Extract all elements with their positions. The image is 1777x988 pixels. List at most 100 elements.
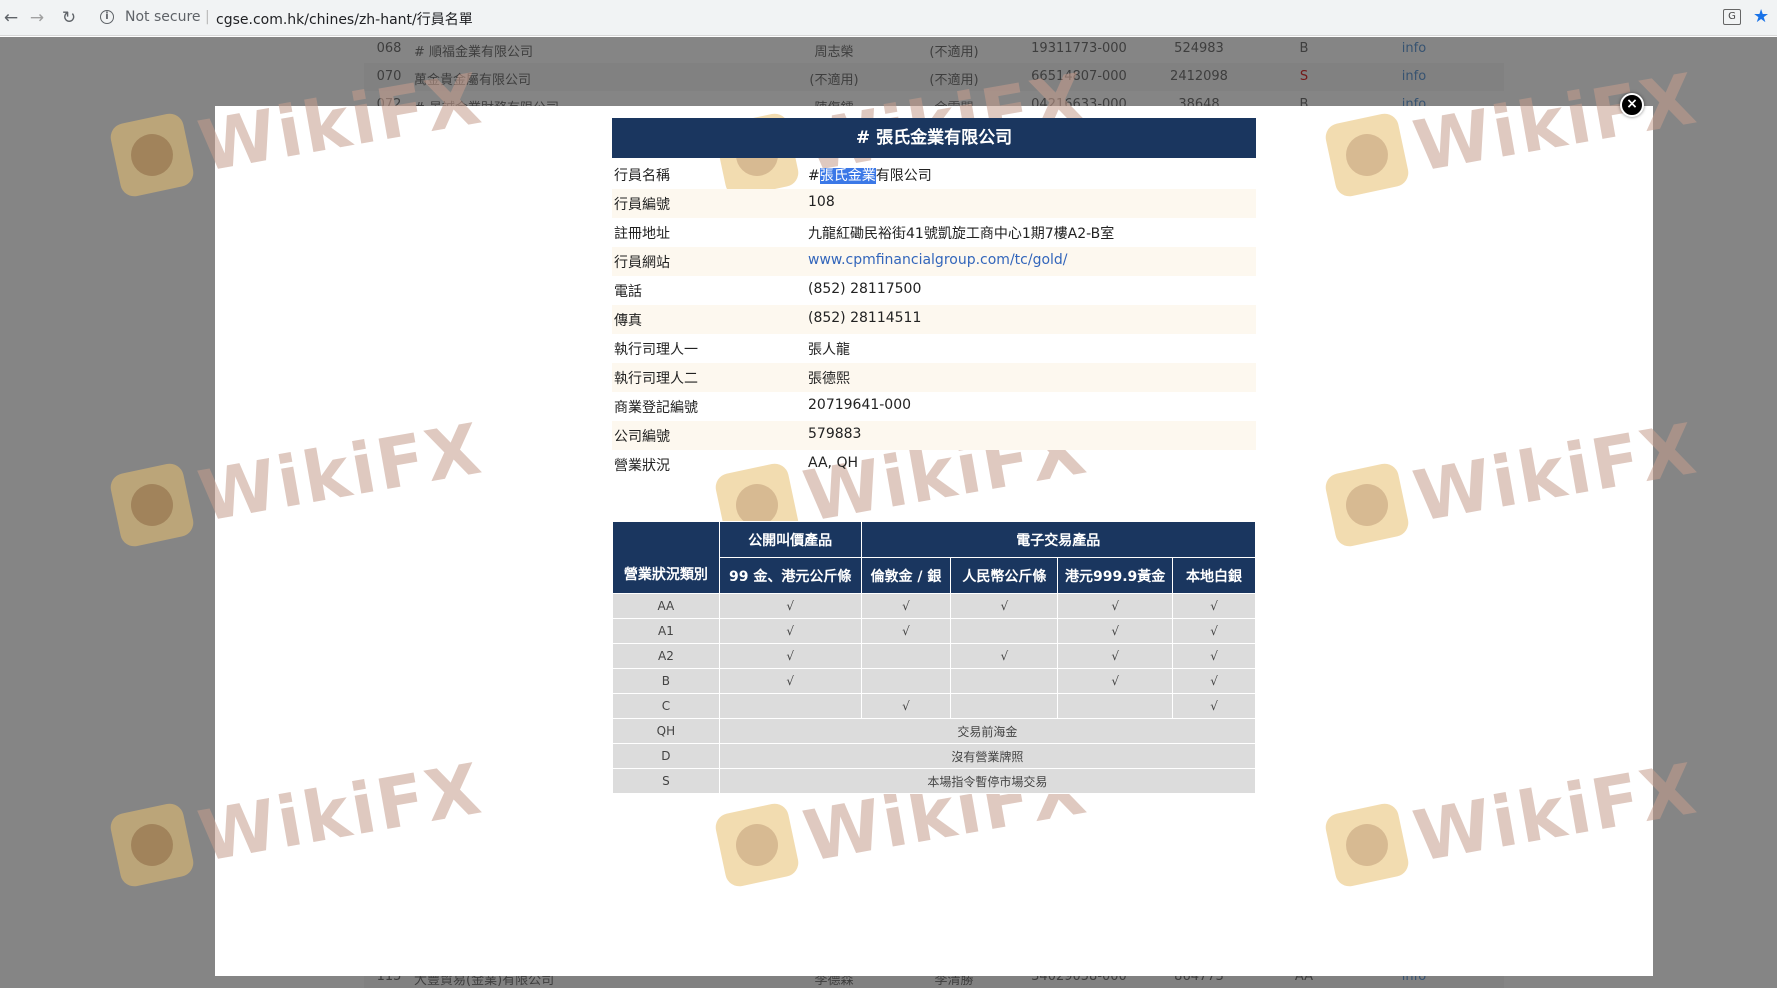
public-products-header: 公開叫價產品 (718, 521, 862, 558)
check-mark: √ (718, 618, 862, 644)
check-mark: √ (718, 593, 862, 619)
wikifx-logo-icon (1323, 111, 1411, 199)
check-mark: √ (860, 618, 952, 644)
translate-icon[interactable]: G (1723, 9, 1741, 25)
category-code: AA (612, 593, 720, 619)
table-row: S 本場指令暫停市場交易 (612, 768, 1257, 794)
info-value: AA, QH (808, 455, 858, 471)
reload-icon[interactable]: ↻ (58, 7, 80, 29)
info-value: (852) 28117500 (808, 281, 922, 297)
category-code: S (612, 768, 720, 794)
watermark: WikiFX (1323, 408, 1703, 549)
member-name-value: #張氏金業有限公司 (808, 165, 932, 185)
product-column-header: 99 金、港元公斤條 (718, 557, 862, 594)
business-category-table: 營業狀況類別 公開叫價產品 電子交易產品 99 金、港元公斤條 倫敦金 / 銀人民幣公斤… (612, 521, 1257, 794)
watermark: WikiFX (1323, 58, 1703, 199)
check-mark: √ (1172, 618, 1256, 644)
info-value: 579883 (808, 426, 862, 442)
watermark: WikiFX (713, 748, 1093, 889)
wikifx-logo-icon (1323, 801, 1411, 889)
empty-cell (950, 693, 1059, 719)
info-row: 執行司理人一 張人龍 (612, 334, 1256, 363)
check-mark: √ (950, 643, 1059, 669)
info-value: (852) 28114511 (808, 310, 922, 326)
info-label: 行員編號 (614, 197, 670, 213)
info-value: 張德熙 (808, 371, 850, 387)
watermark: WikiFX (1323, 748, 1703, 889)
info-label: 行員網站 (614, 255, 670, 271)
category-code: A2 (612, 643, 720, 669)
check-mark: √ (1057, 643, 1174, 669)
info-row: 傳真 (852) 28114511 (612, 305, 1256, 334)
empty-cell (1057, 693, 1174, 719)
info-row: 行員名稱 #張氏金業有限公司 (612, 160, 1256, 189)
check-mark: √ (1057, 668, 1174, 694)
info-label: 註冊地址 (614, 226, 670, 242)
check-mark: √ (718, 643, 862, 669)
info-label: 執行司理人一 (614, 342, 698, 358)
table-row: B √ √ √ (612, 668, 1256, 694)
website-link[interactable]: www.cpmfinancialgroup.com/tc/gold/ (808, 252, 1068, 268)
info-label: 商業登記編號 (614, 400, 698, 416)
close-modal-button[interactable]: × (1620, 93, 1644, 117)
category-header: 營業狀況類別 (612, 521, 720, 594)
info-label: 電話 (614, 284, 642, 300)
category-code: D (612, 743, 720, 769)
empty-cell (718, 693, 862, 719)
check-mark: √ (1057, 593, 1174, 619)
company-title: # 張氏金業有限公司 (612, 118, 1256, 158)
table-row: C √ √ (612, 693, 1256, 719)
product-column-header: 港元999.9黃金 (1057, 557, 1174, 594)
category-description: 沒有營業牌照 (718, 743, 1257, 769)
category-code: B (612, 668, 720, 694)
info-value: 張人龍 (808, 342, 850, 358)
info-row: 營業狀況 AA, QH (612, 450, 1256, 479)
info-label: 行員名稱 (614, 168, 670, 184)
category-code: C (612, 693, 720, 719)
info-row: 行員網站 www.cpmfinancialgroup.com/tc/gold/ (612, 247, 1256, 276)
site-info-icon[interactable]: i (100, 10, 114, 24)
check-mark: √ (1057, 618, 1174, 644)
check-mark: √ (1172, 668, 1256, 694)
product-column-header: 本地白銀 (1172, 557, 1256, 594)
name-part: # (808, 168, 820, 184)
back-icon[interactable]: ← (0, 7, 22, 29)
info-value: 108 (808, 194, 835, 210)
table-row: D 沒有營業牌照 (612, 743, 1257, 769)
check-mark: √ (1172, 643, 1256, 669)
url-field[interactable]: cgse.com.hk/chines/zh-hant/行員名單 (216, 9, 473, 29)
info-row: 公司編號 579883 (612, 421, 1256, 450)
browser-address-bar: ← → ↻ i Not secure | cgse.com.hk/chines/… (0, 0, 1777, 36)
table-row: A2 √ √ √ √ (612, 643, 1256, 669)
info-row: 執行司理人二 張德熙 (612, 363, 1256, 392)
info-label: 營業狀況 (614, 458, 670, 474)
info-row: 電話 (852) 28117500 (612, 276, 1256, 305)
not-secure-label[interactable]: Not secure (125, 9, 201, 25)
check-mark: √ (1172, 693, 1256, 719)
empty-cell (860, 668, 952, 694)
product-column-header: 人民幣公斤條 (950, 557, 1059, 594)
table-row: A1 √ √ √ √ (612, 618, 1256, 644)
category-code: A1 (612, 618, 720, 644)
info-label: 公司編號 (614, 429, 670, 445)
product-column-header: 倫敦金 / 銀 (860, 557, 952, 594)
info-label: 執行司理人二 (614, 371, 698, 387)
selected-text: 張氏金業 (819, 168, 876, 184)
category-description: 交易前海金 (718, 718, 1257, 744)
bookmark-star-icon[interactable]: ★ (1753, 6, 1769, 27)
empty-cell (950, 618, 1059, 644)
electronic-products-header: 電子交易產品 (860, 521, 1257, 558)
info-row: 註冊地址 九龍紅磡民裕街41號凱旋工商中心1期7樓A2-B室 (612, 218, 1256, 247)
empty-cell (860, 643, 952, 669)
check-mark: √ (718, 668, 862, 694)
category-description: 本場指令暫停市場交易 (718, 768, 1257, 794)
check-mark: √ (1172, 593, 1256, 619)
info-row: 商業登記編號 20719641-000 (612, 392, 1256, 421)
table-row: QH 交易前海金 (612, 718, 1257, 744)
forward-icon[interactable]: → (26, 7, 48, 29)
check-mark: √ (860, 593, 952, 619)
info-label: 傳真 (614, 313, 642, 329)
separator: | (205, 9, 210, 25)
member-info-table: 行員名稱 #張氏金業有限公司行員編號 108 註冊地址 九龍紅磡民裕街41號凱旋工商中心… (612, 160, 1256, 479)
info-row: 行員編號 108 (612, 189, 1256, 218)
